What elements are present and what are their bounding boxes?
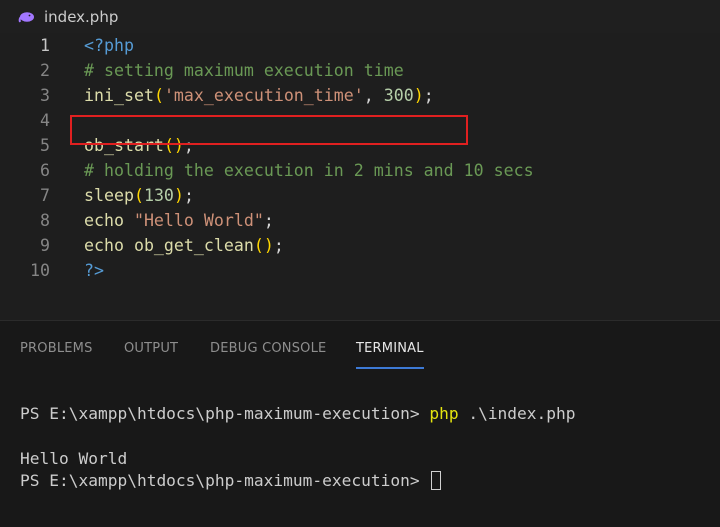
line-number: 4	[40, 111, 50, 130]
code-text: echo "Hello World";	[84, 208, 274, 233]
terminal-prompt-line[interactable]: PS E:\xampp\htdocs\php-maximum-execution…	[20, 469, 442, 493]
code-text: echo ob_get_clean();	[84, 233, 284, 258]
terminal-command: php	[429, 404, 459, 423]
code-line[interactable]: 9 echo ob_get_clean();	[0, 233, 720, 258]
code-text: sleep(130);	[84, 183, 194, 208]
code-text: <?php	[84, 33, 134, 58]
code-token: ob_get_clean	[133, 236, 254, 255]
line-number: 5	[40, 136, 50, 155]
code-token: 'max_execution_time'	[163, 86, 364, 105]
highlight-box-line-3	[70, 115, 468, 145]
code-token: # setting maximum execution time	[84, 61, 404, 80]
code-token: ;	[263, 211, 274, 230]
tab-debug-console[interactable]: DEBUG CONSOLE	[210, 321, 326, 367]
line-number: 6	[40, 161, 50, 180]
code-line[interactable]: 6 # holding the execution in 2 mins and 1…	[0, 158, 720, 183]
terminal-command-line[interactable]: PS E:\xampp\htdocs\php-maximum-execution…	[20, 402, 576, 426]
line-number: 8	[40, 211, 50, 230]
code-text: # holding the execution in 2 mins and 10…	[84, 158, 534, 183]
code-line[interactable]: 8 echo "Hello World";	[0, 208, 720, 233]
code-token: ;	[273, 236, 284, 255]
code-token: # holding the execution in 2 mins and 10…	[84, 161, 534, 180]
code-token: <?php	[84, 36, 134, 55]
tab-terminal[interactable]: TERMINAL	[356, 321, 424, 369]
terminal-command-args: .\index.php	[458, 404, 576, 423]
code-token: echo	[84, 211, 134, 230]
code-token: ini_set	[84, 86, 154, 105]
tab-output[interactable]: OUTPUT	[124, 321, 178, 367]
code-line[interactable]: 2 # setting maximum execution time	[0, 58, 720, 83]
code-line[interactable]: 3 ini_set('max_execution_time', 300);	[0, 83, 720, 108]
code-editor[interactable]: 1 <?php 2 # setting maximum execution time 3…	[0, 33, 720, 320]
editor-tab-index-php[interactable]: index.php	[0, 0, 132, 33]
editor-tab-bar: index.php	[0, 0, 720, 33]
code-text: # setting maximum execution time	[84, 58, 404, 83]
line-number: 2	[40, 61, 50, 80]
line-number: 3	[40, 86, 50, 105]
code-token: )	[173, 186, 184, 205]
code-token: (	[153, 86, 164, 105]
code-token: 300	[383, 86, 414, 105]
code-line[interactable]: 10 ?>	[0, 258, 720, 283]
terminal-prompt-2: PS E:\xampp\htdocs\php-maximum-execution…	[20, 471, 430, 490]
terminal-prompt: PS E:\xampp\htdocs\php-maximum-execution…	[20, 404, 430, 423]
code-text: ?>	[84, 258, 104, 283]
code-token: sleep	[84, 186, 134, 205]
code-token: ,	[363, 86, 384, 105]
line-number: 10	[30, 261, 50, 280]
code-token: ;	[423, 86, 434, 105]
code-text: ini_set('max_execution_time', 300);	[84, 83, 434, 108]
code-token: )	[413, 86, 424, 105]
code-token: "Hello World"	[133, 211, 264, 230]
line-number: 9	[40, 236, 50, 255]
line-number: 7	[40, 186, 50, 205]
tab-problems[interactable]: PROBLEMS	[20, 321, 93, 367]
code-token: ()	[253, 236, 274, 255]
code-line[interactable]: 7 sleep(130);	[0, 183, 720, 208]
editor-tab-label: index.php	[44, 7, 119, 26]
code-line[interactable]: 1 <?php	[0, 33, 720, 58]
code-token: (	[133, 186, 144, 205]
terminal-output: Hello World	[20, 449, 128, 468]
code-token: ?>	[84, 261, 104, 280]
code-token: echo	[84, 236, 134, 255]
php-elephant-icon	[18, 11, 34, 22]
terminal-cursor	[431, 471, 442, 490]
bottom-panel: PROBLEMS OUTPUT DEBUG CONSOLE TERMINAL P…	[0, 320, 720, 527]
line-number: 1	[40, 36, 50, 55]
panel-tab-bar: PROBLEMS OUTPUT DEBUG CONSOLE TERMINAL	[0, 321, 720, 369]
code-token: ;	[183, 186, 194, 205]
code-token: 130	[143, 186, 174, 205]
